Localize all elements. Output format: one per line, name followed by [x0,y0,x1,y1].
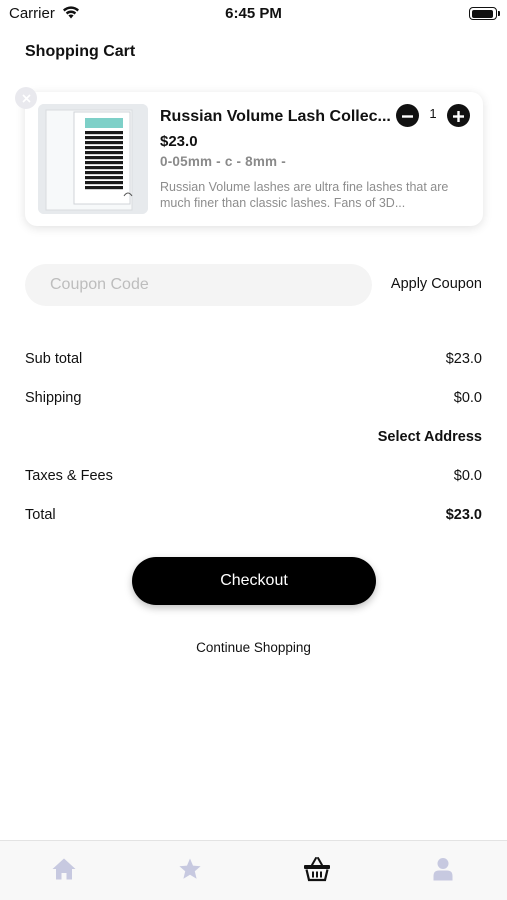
coupon-code-input[interactable] [25,264,372,306]
checkout-button[interactable]: Checkout [132,557,376,605]
apply-coupon-button[interactable]: Apply Coupon [391,276,482,292]
quantity-decrease-button[interactable] [396,104,419,127]
shipping-value: $0.0 [453,390,482,406]
profile-icon [432,857,454,886]
total-value: $23.0 [445,507,482,523]
taxes-value: $0.0 [453,468,482,484]
home-icon [51,857,77,886]
close-icon [21,91,31,105]
continue-shopping-link[interactable]: Continue Shopping [0,640,507,655]
select-address-link[interactable]: Select Address [378,429,482,445]
quantity-increase-button[interactable] [447,104,470,127]
tab-bar [0,840,507,900]
star-icon [178,857,202,886]
product-name[interactable]: Russian Volume Lash Collec... [160,108,395,126]
tab-home[interactable] [49,856,79,886]
shipping-label: Shipping [25,390,82,406]
subtotal-value: $23.0 [445,351,482,367]
basket-icon [303,856,331,887]
product-variant: 0-05mm - c - 8mm - [160,154,286,169]
status-bar: Carrier 6:45 PM [0,0,507,30]
status-time: 6:45 PM [225,5,282,22]
minus-icon [402,107,413,125]
product-thumbnail[interactable] [38,104,148,214]
battery-icon [469,7,500,20]
subtotal-label: Sub total [25,351,83,367]
plus-icon [453,107,464,125]
remove-item-button[interactable] [15,87,37,109]
cart-item-card[interactable]: Russian Volume Lash Collec... $23.0 0-05… [25,92,483,226]
tab-profile[interactable] [428,856,458,886]
tab-cart[interactable] [302,856,332,886]
product-price: $23.0 [160,133,198,150]
product-description: Russian Volume lashes are ultra fine las… [160,180,449,210]
tab-favorites[interactable] [175,856,205,886]
total-label: Total [25,507,56,523]
taxes-label: Taxes & Fees [25,468,113,484]
quantity-value: 1 [429,106,437,121]
page-title: Shopping Cart [25,43,136,60]
